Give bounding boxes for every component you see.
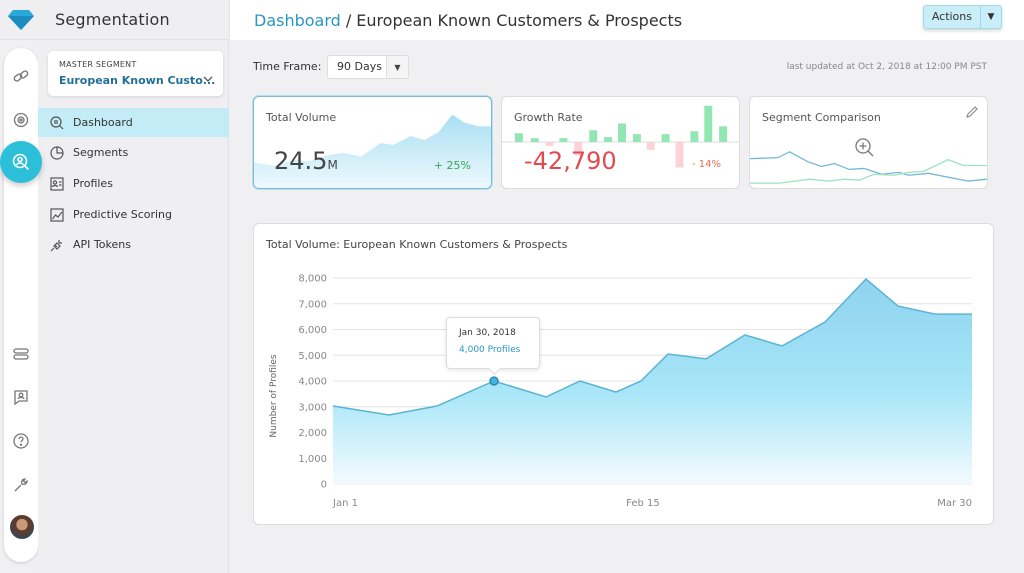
avatar[interactable]: [10, 515, 34, 539]
y-tick-label: 0: [321, 480, 327, 491]
master-segment-value[interactable]: European Known Custo...: [59, 74, 215, 87]
breadcrumb-dashboard-link[interactable]: Dashboard: [254, 11, 341, 30]
segment-comparison-title: Segment Comparison: [762, 111, 881, 124]
sidebar: MASTER SEGMENT European Known Custo... D…: [38, 40, 229, 573]
sidebar-item-segments[interactable]: Segments: [38, 138, 229, 167]
sidebar-item-label: Predictive Scoring: [73, 208, 173, 221]
app-title: Segmentation: [55, 10, 170, 29]
time-frame-label: Time Frame:: [253, 60, 322, 73]
app-header: Segmentation: [0, 0, 229, 40]
y-axis-label: Number of Profiles: [269, 354, 279, 438]
help-icon[interactable]: [12, 432, 30, 450]
tooltip-point[interactable]: [489, 376, 499, 386]
x-tick-label: Mar 30: [937, 498, 972, 509]
sidebar-item-predictive-scoring[interactable]: Predictive Scoring: [38, 200, 229, 229]
y-tick-label: 3,000: [298, 402, 327, 413]
toggles-icon[interactable]: [12, 345, 30, 363]
y-tick-label: 4,000: [298, 377, 327, 388]
tooltip-date: Jan 30, 2018: [459, 328, 516, 338]
breadcrumb-separator: /: [345, 10, 352, 30]
segment-comparison-card[interactable]: Segment Comparison: [749, 96, 988, 189]
total-volume-delta: + 25%: [433, 159, 471, 172]
total-volume-chart: 0 1,000 2,000 3,000 4,000 5,000 6,000 7,000 8,00…: [269, 274, 972, 509]
y-tick-label: 7,000: [298, 299, 327, 310]
y-tick-label: 6,000: [298, 325, 327, 336]
x-tick-label: Jan 1: [332, 498, 358, 509]
master-segment-label: MASTER SEGMENT: [59, 60, 137, 69]
y-tick-label: 2,000: [298, 428, 327, 439]
pencil-icon[interactable]: [965, 104, 979, 123]
sidebar-item-profiles[interactable]: Profiles: [38, 169, 229, 198]
sidebar-item-dashboard[interactable]: Dashboard: [38, 108, 229, 137]
trend-chart-icon: [50, 207, 64, 222]
page-title: European Known Customers & Prospects: [356, 10, 683, 30]
settings-cycle-icon[interactable]: [12, 111, 30, 129]
total-volume-number: 24.5: [274, 147, 328, 175]
tooltip-value: 4,000 Profiles: [459, 345, 521, 355]
x-tick-label: Feb 15: [626, 498, 660, 509]
sidebar-item-label: API Tokens: [73, 238, 131, 251]
y-tick-label: 1,000: [298, 454, 327, 465]
actions-label[interactable]: Actions: [924, 6, 981, 28]
caret-down-icon[interactable]: ▼: [386, 56, 408, 78]
icon-rail: [4, 48, 38, 562]
sidebar-item-label: Dashboard: [73, 116, 133, 129]
chevron-down-icon[interactable]: [203, 75, 213, 85]
total-volume-title: Total Volume: [266, 111, 337, 124]
page-header: Dashboard / European Known Customers & P…: [229, 0, 1024, 40]
growth-rate-delta: - 14%: [691, 159, 721, 170]
growth-rate-card[interactable]: Growth Rate -42,790 - 14%: [501, 96, 740, 189]
master-segment-select[interactable]: MASTER SEGMENT European Known Custo...: [48, 51, 223, 96]
dashboard-search-icon: [50, 115, 64, 130]
total-volume-unit: M: [327, 158, 338, 172]
link-icon[interactable]: [12, 67, 30, 85]
chart-tooltip: Jan 30, 2018 4,000 Profiles: [446, 317, 540, 369]
actions-button[interactable]: Actions ▼: [922, 5, 1002, 29]
profile-card-icon: [50, 176, 64, 191]
plug-icon: [50, 238, 64, 252]
wrench-icon[interactable]: [12, 476, 30, 494]
last-updated-text: last updated at Oct 2, 2018 at 12:00 PM …: [786, 62, 987, 72]
sidebar-item-label: Segments: [73, 146, 129, 159]
zoom-in-icon[interactable]: [854, 137, 876, 163]
time-frame-select[interactable]: 90 Days ▼: [327, 55, 409, 79]
diamond-icon: [8, 9, 34, 30]
growth-rate-title: Growth Rate: [514, 111, 583, 124]
total-volume-chart-card: Total Volume: European Known Customers &…: [253, 223, 994, 525]
y-tick-label: 8,000: [298, 274, 327, 285]
y-tick-label: 5,000: [298, 351, 327, 362]
contact-icon[interactable]: [12, 388, 30, 406]
total-volume-value: 24.5M: [274, 147, 338, 175]
time-frame-value[interactable]: 90 Days: [328, 56, 386, 78]
sidebar-item-api-tokens[interactable]: API Tokens: [38, 230, 229, 259]
user-search-icon[interactable]: [0, 141, 42, 183]
total-volume-card[interactable]: Total Volume 24.5M + 25%: [253, 96, 492, 189]
sidebar-item-label: Profiles: [73, 177, 113, 190]
caret-down-icon[interactable]: ▼: [981, 6, 1001, 28]
pie-icon: [50, 145, 64, 160]
main-content: Time Frame: 90 Days ▼ last updated at Oc…: [230, 40, 1024, 573]
growth-rate-value: -42,790: [524, 147, 617, 175]
